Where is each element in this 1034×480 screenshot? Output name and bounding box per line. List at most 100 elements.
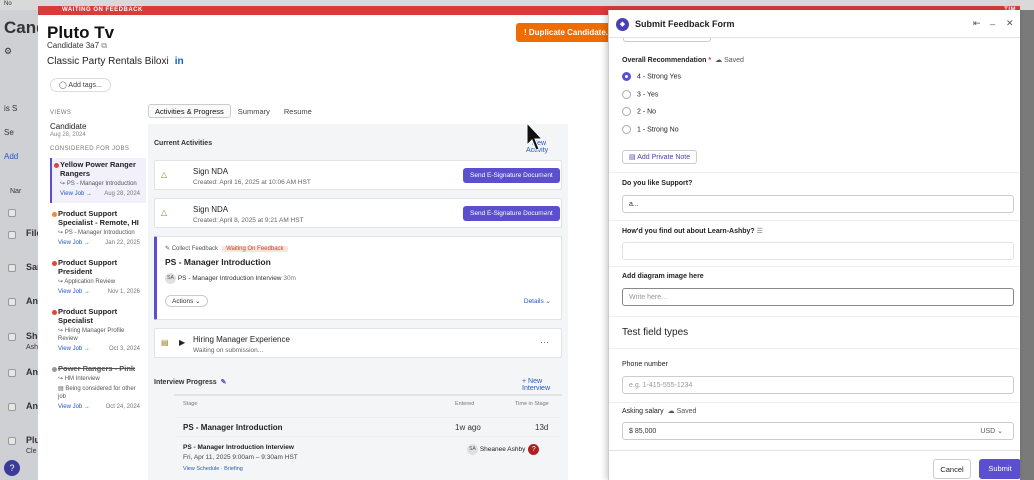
add-tags-button[interactable]: ◯ Add tags... (50, 78, 111, 92)
support-input[interactable]: a... (622, 195, 1014, 213)
job-date: Nov 1, 2026 (107, 289, 140, 295)
table-row[interactable]: PS - Manager Introduction 1w ago 13d (175, 417, 561, 437)
actions-button[interactable]: Actions ⌄ (165, 295, 208, 307)
tab-activities[interactable]: Activities & Progress (148, 104, 231, 118)
required-mark: * (708, 57, 712, 64)
tab-summary[interactable]: Summary (231, 104, 277, 118)
schedule-links[interactable]: View Schedule · Briefing (183, 466, 243, 472)
col-time: Time in Stage (515, 401, 549, 407)
collect-interview: SA PS - Manager Introduction Interview 3… (165, 273, 296, 284)
radio-label: 1 - Strong No (637, 126, 679, 134)
radio-yes[interactable]: 3 - Yes (622, 90, 658, 99)
close-icon[interactable]: ✕ (1006, 18, 1014, 29)
feedback-icon: ✎ (165, 246, 172, 252)
job-item[interactable]: Product Support Specialist ↪ Hiring Mana… (50, 305, 146, 358)
considered-heading: CONSIDERED FOR JOBS (50, 146, 130, 152)
more-icon[interactable]: ··· (540, 169, 549, 179)
activity-title: Sign NDA (193, 205, 229, 214)
help-icon: ? (528, 444, 540, 455)
view-job-link[interactable]: View Job → (58, 240, 90, 246)
activity-created: Created: April 8, 2025 at 9:21 AM HST (193, 217, 304, 224)
radio-circle (622, 72, 631, 81)
help-button[interactable]: ? (4, 460, 20, 476)
add-private-note-button[interactable]: ▤ Add Private Note (622, 150, 698, 164)
diagram-input[interactable]: Write here... (622, 288, 1014, 306)
phone-label: Phone number (622, 361, 668, 368)
duplicate-candidate-button[interactable]: ! Duplicate Candidate... (516, 23, 621, 42)
salary-value: $ 85,000 (629, 428, 657, 435)
overall-label: Overall Recommendation * ☁ Saved (622, 56, 744, 64)
tab-resume[interactable]: Resume (277, 104, 319, 118)
job-item[interactable]: Product Support Specialist - Remote, HI … (50, 207, 146, 252)
more-icon[interactable]: ··· (540, 337, 549, 347)
new-interview-link[interactable]: + New Interview (522, 378, 568, 392)
feedback-form-title: Submit Feedback Form (635, 19, 735, 29)
stage-time: 13d (535, 423, 549, 432)
view-job-link[interactable]: View Job → (60, 191, 92, 197)
job-item[interactable]: Product Support President ↪ Application … (50, 256, 146, 301)
source-input[interactable] (622, 242, 1014, 260)
q3-label: Add diagram image here (622, 273, 704, 280)
radio-no[interactable]: 2 - No (622, 107, 656, 116)
collect-feedback-header: ✎ Collect Feedback Waiting On Feedback (165, 245, 288, 252)
saved-status: ☁ Saved (667, 408, 697, 415)
overlay-dim (1020, 0, 1034, 480)
background-checkbox (8, 231, 16, 239)
currency-select[interactable]: USD ⌄ (980, 423, 1003, 440)
mouse-cursor-icon (526, 122, 544, 151)
job-item[interactable]: Yellow Power Ranger Rangers ↪ PS - Manag… (50, 158, 146, 203)
previous-field[interactable] (623, 38, 711, 42)
salary-label: Asking salary ☁ Saved (622, 407, 696, 415)
activity-card: △ Sign NDA Created: April 8, 2025 at 9:2… (154, 198, 562, 228)
activity-created: Created: April 16, 2025 at 10:06 AM HST (193, 179, 311, 186)
radio-circle (622, 125, 631, 134)
pencil-icon[interactable]: ✎ (221, 379, 227, 386)
view-candidate[interactable]: Candidate (50, 122, 146, 131)
view-job-link[interactable]: View Job → (58, 404, 90, 410)
interview-row: PS - Manager Introduction Interview Fri,… (175, 437, 561, 472)
hiring-manager-card: ▤ ▶ Hiring Manager Experience Waiting on… (154, 328, 562, 358)
hiring-sub: Waiting on submission... (193, 347, 264, 354)
divider (609, 172, 1020, 173)
job-stage-text: PS - Manager Introduction (66, 181, 137, 187)
copy-icon[interactable]: ⧉ (101, 41, 107, 50)
job-stage-text: PS - Manager Introduction (64, 230, 135, 236)
stage-name: PS - Manager Introduction (183, 423, 283, 432)
view-job-link[interactable]: View Job → (58, 346, 90, 352)
job-title: Power Rangers - Pink (58, 364, 136, 373)
job-footer: View Job → Oct 24, 2024 (58, 404, 144, 410)
radio-label: 2 - No (637, 108, 657, 116)
job-item[interactable]: Power Rangers - Pink ↪ HM Interview ▤ Be… (50, 362, 146, 416)
interview-progress-heading: Interview Progress ✎ (154, 378, 227, 386)
minimize-icon[interactable]: _ (990, 15, 995, 25)
job-stage: ↪ PS - Manager Introduction (60, 181, 137, 187)
cancel-button[interactable]: Cancel (933, 459, 971, 479)
status-dot (52, 310, 57, 315)
feedback-form-header: ◆ Submit Feedback Form ⇤ _ ✕ (609, 10, 1020, 38)
avatar: SA (165, 273, 176, 284)
submit-button[interactable]: Submit (979, 459, 1020, 479)
candidate-company: Classic Party Rentals Biloxi in (47, 56, 184, 67)
details-link[interactable]: Details ⌄ (524, 297, 551, 305)
dock-icon[interactable]: ⇤ (973, 18, 981, 29)
salary-input[interactable]: $ 85,000 USD ⌄ (622, 422, 1014, 440)
phone-input[interactable]: e.g. 1-415-555-1234 (622, 376, 1014, 394)
more-icon[interactable]: ··· (540, 207, 549, 217)
background-misc: Ash (26, 344, 39, 351)
linkedin-icon[interactable]: in (175, 56, 184, 67)
collect-interview-name: PS - Manager Introduction Interview (177, 275, 282, 283)
interview-date: Fri, Apr 11, 2025 9:00am – 9:30am HST (183, 454, 298, 461)
radio-strong-no[interactable]: 1 - Strong No (622, 125, 679, 134)
q2-label: How'd you find out about Learn-Ashby? ☰ (622, 227, 763, 235)
background-checkbox (8, 298, 16, 306)
radio-strong-yes[interactable]: 4 - Strong Yes (622, 72, 681, 81)
background-checkbox (8, 209, 16, 217)
view-job-link[interactable]: View Job → (58, 289, 90, 295)
job-stage: ↪ PS - Manager Introduction (58, 230, 135, 236)
q2-label-text: How'd you find out about Learn-Ashby? (622, 228, 755, 235)
job-note: ▤ Being considered for other job (58, 386, 136, 400)
play-icon[interactable]: ▶ (179, 338, 185, 347)
job-stage: ↪ HM Interview (58, 376, 100, 382)
candidate-name: Pluto Tv (47, 23, 115, 42)
collect-feedback-title: PS - Manager Introduction (165, 257, 271, 267)
